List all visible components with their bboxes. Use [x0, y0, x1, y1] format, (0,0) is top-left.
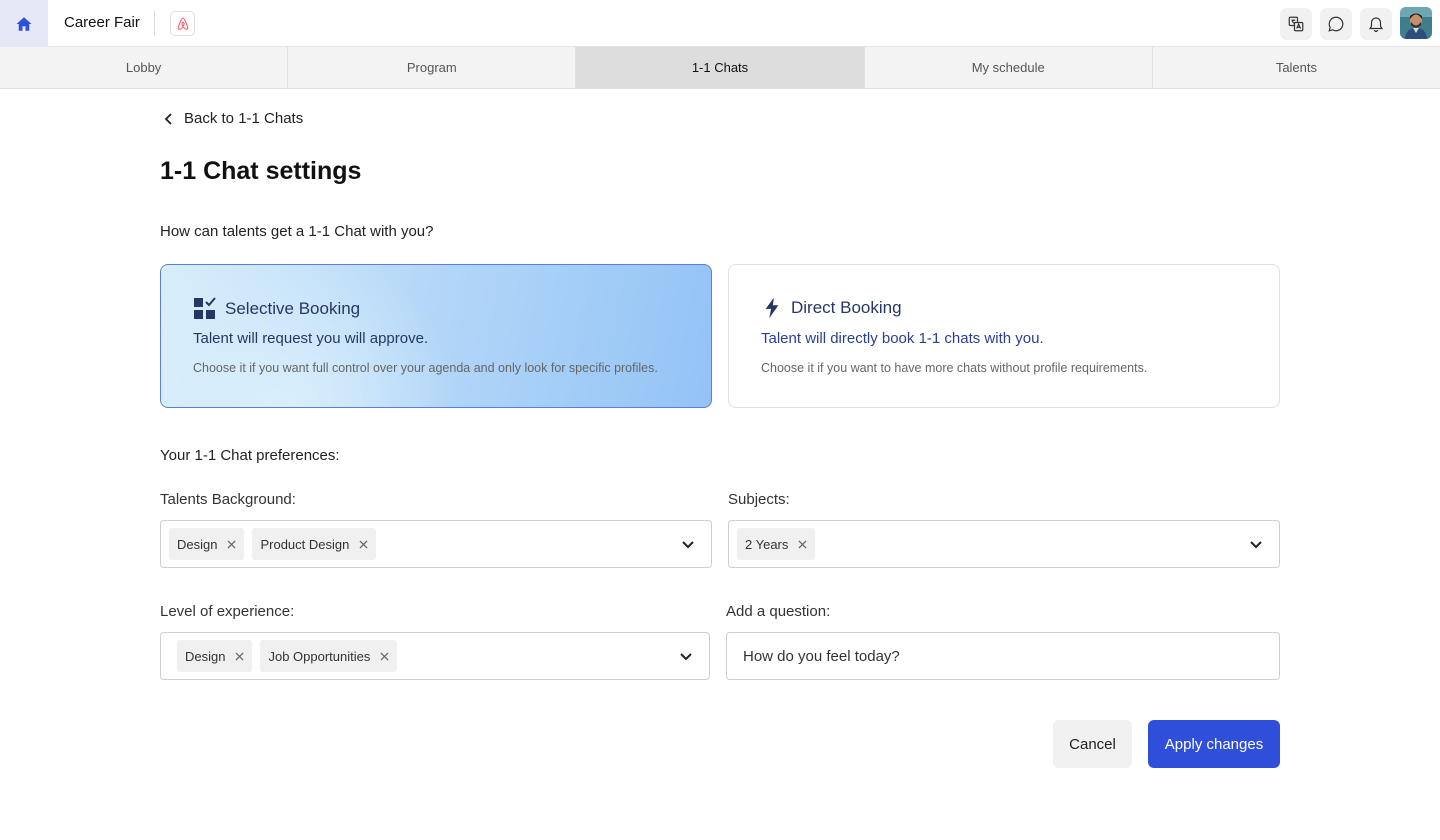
tab-talents[interactable]: Talents — [1153, 47, 1440, 88]
cancel-button[interactable]: Cancel — [1053, 720, 1132, 768]
experience-select[interactable]: Design Job Opportunities — [160, 632, 710, 680]
direct-booking-title: Direct Booking — [791, 298, 902, 317]
direct-booking-card[interactable]: Direct Booking Talent will directly book… — [728, 264, 1280, 408]
question-input[interactable] — [726, 632, 1280, 680]
direct-booking-subtitle: Talent will directly book 1-1 chats with… — [761, 330, 1044, 347]
subjects-label: Subjects: — [728, 491, 790, 508]
tab-1-1-chats[interactable]: 1-1 Chats — [576, 47, 865, 88]
checklist-grid-icon — [193, 297, 217, 321]
selective-booking-title: Selective Booking — [225, 299, 361, 318]
close-icon[interactable] — [380, 651, 389, 661]
close-icon[interactable] — [227, 539, 237, 549]
booking-question: How can talents get a 1-1 Chat with you? — [160, 223, 434, 240]
chip: Job Opportunities — [260, 640, 398, 672]
preferences-heading: Your 1-1 Chat preferences: — [160, 447, 340, 464]
talents-background-label: Talents Background: — [160, 491, 296, 508]
tab-bar: Lobby Program 1-1 Chats My schedule Tale… — [0, 47, 1440, 89]
talents-background-select[interactable]: Design Product Design — [160, 520, 712, 568]
brand-logo-icon — [175, 16, 191, 32]
translate-icon — [1287, 15, 1305, 33]
back-link[interactable]: Back to 1-1 Chats — [164, 110, 303, 127]
selective-booking-card[interactable]: Selective Booking Talent will request yo… — [160, 264, 712, 408]
avatar[interactable] — [1400, 7, 1432, 39]
lightning-icon — [761, 297, 783, 319]
apply-changes-button[interactable]: Apply changes — [1148, 720, 1280, 768]
close-icon[interactable] — [798, 539, 807, 549]
app-title: Career Fair — [64, 14, 140, 31]
brand-logo[interactable] — [170, 11, 195, 36]
chat-icon — [1327, 15, 1345, 33]
chip-label: Design — [177, 536, 218, 552]
tab-my-schedule[interactable]: My schedule — [865, 47, 1153, 88]
chevron-down-icon[interactable] — [1249, 538, 1263, 552]
close-icon[interactable] — [235, 651, 245, 661]
chip-label: Job Opportunities — [268, 648, 371, 664]
chip-label: Product Design — [260, 536, 350, 552]
bell-icon — [1367, 15, 1385, 33]
chat-button[interactable] — [1320, 8, 1352, 40]
chevron-left-icon — [164, 112, 174, 125]
tab-program[interactable]: Program — [288, 47, 577, 88]
home-button[interactable] — [0, 0, 48, 47]
chip: Design — [177, 640, 253, 672]
page-title: 1-1 Chat settings — [160, 157, 362, 185]
notifications-button[interactable] — [1360, 8, 1392, 40]
close-icon[interactable] — [359, 539, 368, 549]
experience-label: Level of experience: — [160, 603, 295, 620]
translate-button[interactable] — [1280, 8, 1312, 40]
divider — [154, 11, 155, 36]
selective-booking-description: Choose it if you want full control over … — [193, 361, 658, 375]
chevron-down-icon[interactable] — [679, 650, 693, 664]
chip-label: Design — [185, 648, 226, 664]
back-link-label: Back to 1-1 Chats — [184, 110, 304, 127]
chip: Design — [169, 528, 245, 560]
tab-lobby[interactable]: Lobby — [0, 47, 289, 88]
chevron-down-icon[interactable] — [681, 538, 695, 552]
top-bar: Career Fair — [0, 0, 1440, 47]
direct-booking-description: Choose it if you want to have more chats… — [761, 361, 1148, 375]
chip: Product Design — [252, 528, 377, 560]
home-icon — [15, 15, 33, 33]
selective-booking-subtitle: Talent will request you will approve. — [193, 330, 429, 347]
subjects-select[interactable]: 2 Years — [728, 520, 1280, 568]
question-label: Add a question: — [726, 603, 831, 620]
chip-label: 2 Years — [745, 536, 789, 552]
chip: 2 Years — [737, 528, 816, 560]
